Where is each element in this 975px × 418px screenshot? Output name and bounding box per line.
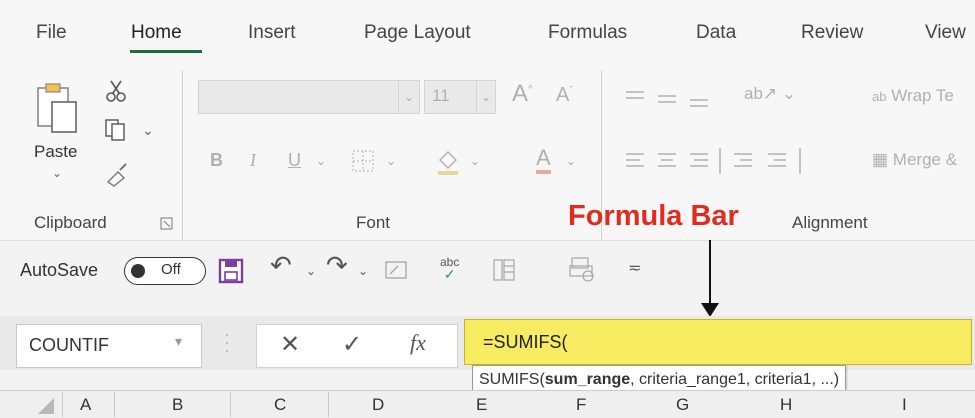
font-size-dropdown[interactable]: ⌄ [476, 80, 496, 114]
wrap-text-label: Wrap Te [891, 86, 954, 105]
formula-bar-grip-icon[interactable]: · · · [224, 325, 230, 359]
tab-home-underline [130, 50, 202, 53]
cut-icon[interactable] [104, 78, 128, 104]
name-box-value: COUNTIF [29, 335, 109, 355]
column-header-c[interactable]: C [274, 395, 286, 415]
font-name-dropdown[interactable]: ⌄ [398, 80, 420, 114]
font-name-box[interactable] [198, 80, 420, 114]
alignment-group-label: Alignment [792, 213, 868, 232]
column-header-g[interactable]: G [676, 395, 689, 415]
italic-button[interactable]: I [250, 150, 256, 171]
column-header-f[interactable]: F [576, 395, 586, 415]
shrink-font-button[interactable]: Aˇ [556, 84, 573, 107]
font-group-label: Font [356, 213, 391, 232]
save-icon[interactable] [218, 258, 244, 284]
toggle-label: Off [161, 261, 181, 278]
separator [182, 70, 183, 240]
clipboard-group-label: Clipboard [34, 213, 107, 232]
borders-icon[interactable] [350, 148, 376, 174]
tab-data[interactable]: Data [696, 22, 736, 44]
merge-label: Merge & [892, 150, 958, 169]
annotation-arrow-line [709, 240, 711, 306]
grow-font-label: A [512, 80, 529, 107]
column-separator [230, 392, 231, 417]
format-painter-icon[interactable] [104, 162, 130, 188]
formula-input-value: =SUMIFS( [483, 332, 568, 352]
print-preview-icon[interactable] [568, 256, 598, 282]
underline-button[interactable]: U [288, 150, 301, 171]
formula-input[interactable]: =SUMIFS( [464, 319, 972, 365]
font-color-dropdown-icon[interactable]: ⌄ [566, 154, 576, 168]
autosave-label: AutoSave [20, 260, 99, 280]
spelling-icon[interactable]: abc ✓ [440, 256, 459, 281]
column-separator [328, 392, 329, 417]
font-color-button[interactable]: A [536, 146, 551, 174]
tab-view[interactable]: View [925, 22, 966, 44]
column-header-b[interactable]: B [172, 395, 183, 415]
autosave-toggle[interactable]: Off [124, 257, 206, 285]
paste-button[interactable]: Paste ⌄ [32, 80, 88, 190]
customize-toolbar-icon[interactable]: ≂ [628, 258, 641, 278]
tab-review[interactable]: Review [801, 22, 863, 44]
copy-icon[interactable] [104, 118, 130, 142]
column-separator [62, 392, 63, 417]
select-all-icon[interactable] [30, 396, 56, 416]
undo-dropdown-icon[interactable]: ⌄ [306, 264, 316, 278]
paste-dropdown-icon[interactable]: ⌄ [52, 166, 62, 180]
redo-dropdown-icon[interactable]: ⌄ [358, 264, 368, 278]
paste-icon [37, 83, 77, 133]
bold-button[interactable]: B [210, 150, 223, 171]
paste-label: Paste [34, 142, 78, 161]
column-header-row [0, 390, 975, 418]
tab-page-layout[interactable]: Page Layout [364, 22, 471, 44]
column-header-h[interactable]: H [780, 395, 792, 415]
column-header-a[interactable]: A [80, 395, 91, 415]
table-icon[interactable] [492, 258, 518, 282]
tab-insert[interactable]: Insert [248, 22, 296, 44]
tooltip-func[interactable]: SUMIFS( [479, 371, 545, 388]
tooltip-rest[interactable]: , criteria_range1, criteria1, ...) [630, 371, 839, 388]
orientation-icon[interactable]: ab↗ ⌄ [744, 84, 796, 104]
tab-formulas[interactable]: Formulas [548, 22, 627, 44]
font-size-value: 11 [432, 86, 450, 105]
cancel-formula-icon[interactable]: ✕ [280, 330, 300, 359]
name-box[interactable]: COUNTIF ▾ [16, 324, 202, 368]
borders-dropdown-icon[interactable]: ⌄ [386, 154, 396, 168]
copy-dropdown-icon[interactable]: ⌄ [142, 122, 154, 139]
enter-formula-icon[interactable]: ✓ [342, 330, 362, 359]
fill-color-dropdown-icon[interactable]: ⌄ [470, 154, 480, 168]
redo-icon[interactable]: ↷ [326, 250, 348, 281]
column-separator [114, 392, 115, 417]
tab-file[interactable]: File [36, 22, 67, 44]
name-box-dropdown-icon[interactable]: ▾ [175, 333, 182, 350]
shrink-font-label: A [556, 84, 570, 106]
tab-home[interactable]: Home [131, 22, 182, 44]
grow-font-button[interactable]: A^ [512, 80, 533, 108]
form-icon[interactable] [384, 258, 410, 282]
undo-icon[interactable]: ↶ [270, 250, 292, 281]
merge-center-button[interactable]: ▦ Merge & [872, 150, 957, 170]
dialog-launcher-icon[interactable] [160, 217, 174, 231]
align-top-icon[interactable] [624, 86, 714, 112]
column-header-e[interactable]: E [476, 395, 487, 415]
tooltip-current-arg[interactable]: sum_range [545, 371, 630, 388]
wrap-text-button[interactable]: ab Wrap Te [872, 86, 954, 106]
align-left-icon[interactable] [624, 148, 834, 174]
column-header-i[interactable]: I [902, 395, 907, 415]
fill-color-icon[interactable] [434, 146, 462, 176]
toggle-knob [131, 264, 145, 278]
formula-bar-annotation: Formula Bar [568, 200, 739, 232]
column-header-d[interactable]: D [372, 395, 384, 415]
insert-function-icon[interactable]: fx [410, 330, 426, 356]
underline-dropdown-icon[interactable]: ⌄ [316, 154, 326, 168]
wrap-icon-text: ab [872, 89, 887, 104]
